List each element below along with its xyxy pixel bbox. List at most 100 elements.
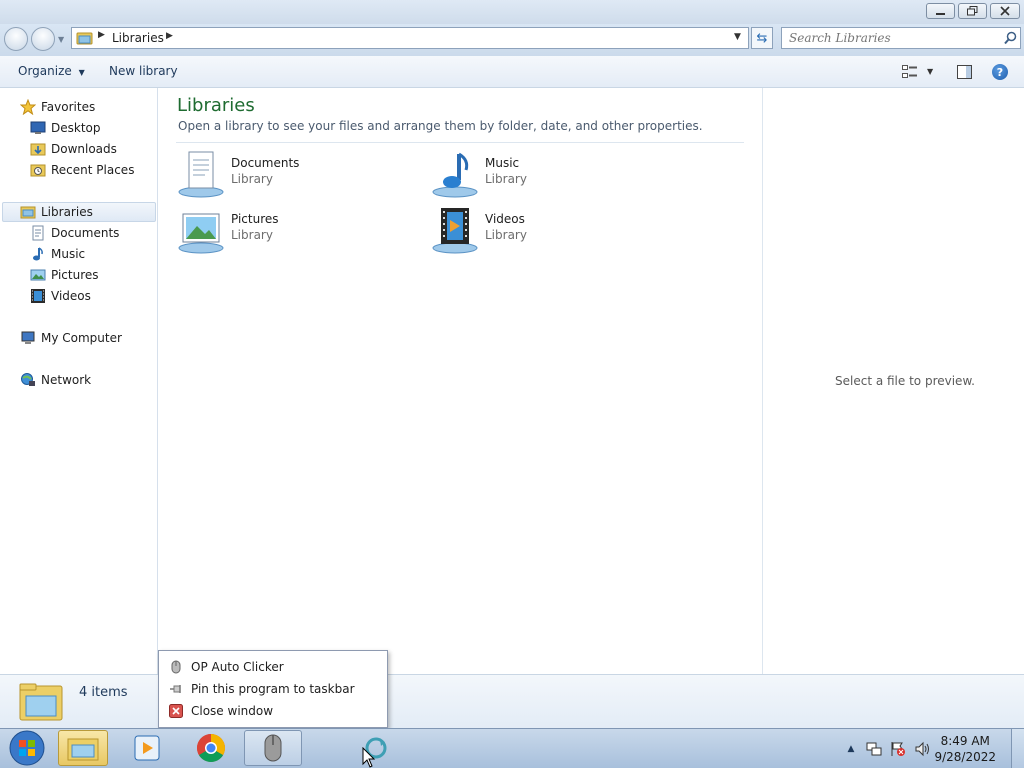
show-desktop-button[interactable] xyxy=(1011,729,1024,768)
documents-icon xyxy=(32,225,44,241)
jumplist-item-op-auto-clicker[interactable]: OP Auto Clicker xyxy=(159,656,387,678)
taskbar-chrome-button[interactable] xyxy=(186,730,236,766)
start-button[interactable] xyxy=(2,730,52,766)
search-icon[interactable] xyxy=(1004,31,1017,45)
jumplist-item-close-window[interactable]: Close window xyxy=(159,700,387,722)
taskbar-jump-list: OP Auto Clicker Pin this program to task… xyxy=(158,650,388,728)
nav-desktop[interactable]: Desktop xyxy=(30,118,101,138)
breadcrumb-arrow-icon[interactable]: ▶ xyxy=(166,31,173,41)
explorer-folder-icon xyxy=(67,738,99,761)
window-titlebar[interactable] xyxy=(0,0,1024,24)
nav-my-computer[interactable]: My Computer xyxy=(20,328,122,348)
nav-documents[interactable]: Documents xyxy=(30,223,119,243)
page-title: Libraries xyxy=(177,95,255,116)
nav-libraries[interactable]: Libraries xyxy=(2,202,156,222)
breadcrumb-libraries[interactable]: Libraries xyxy=(112,31,164,45)
new-library-button[interactable]: New library xyxy=(109,64,178,78)
chevron-up-icon: ▲ xyxy=(847,744,855,754)
address-input[interactable]: ▶ Libraries ▶ ▼ xyxy=(71,27,749,49)
music-icon xyxy=(33,247,43,261)
libraries-folder-icon xyxy=(19,683,63,721)
nav-favorites[interactable]: Favorites xyxy=(20,97,95,117)
close-icon xyxy=(1000,6,1010,16)
music-icon xyxy=(432,152,478,198)
videos-icon xyxy=(432,208,478,254)
search-input[interactable] xyxy=(789,30,999,46)
libraries-folder-icon xyxy=(76,32,93,45)
taskbar-media-player-button[interactable] xyxy=(122,730,172,766)
jumplist-item-pin-to-taskbar[interactable]: Pin this program to taskbar xyxy=(159,678,387,700)
libraries-icon xyxy=(20,206,36,219)
nav-videos[interactable]: Videos xyxy=(30,286,91,306)
network-tray-icon[interactable] xyxy=(866,741,882,757)
volume-tray-icon[interactable] xyxy=(914,741,930,757)
address-dropdown-icon[interactable]: ▼ xyxy=(734,32,741,42)
library-tile-pictures[interactable]: Pictures Library xyxy=(177,206,377,258)
restore-button[interactable] xyxy=(958,3,987,19)
nav-pictures[interactable]: Pictures xyxy=(30,265,99,285)
library-name: Music xyxy=(485,156,520,170)
breadcrumb-arrow-icon[interactable]: ▶ xyxy=(98,30,105,40)
flag-warning-icon xyxy=(891,742,905,756)
organize-button[interactable]: Organize ▼ xyxy=(18,64,85,78)
speaker-icon xyxy=(915,741,929,757)
library-kind: Library xyxy=(231,172,273,186)
network-status-icon xyxy=(866,742,882,756)
library-kind: Library xyxy=(485,172,527,186)
change-view-button[interactable] xyxy=(902,65,918,82)
library-tile-videos[interactable]: Videos Library xyxy=(431,206,631,258)
recent-pages-chevron-icon[interactable]: ▼ xyxy=(58,35,64,44)
nav-my-computer-label: My Computer xyxy=(41,331,122,345)
system-clock[interactable]: 8:49 AM 9/28/2022 xyxy=(934,733,996,765)
preview-pane-button[interactable] xyxy=(957,65,972,82)
chrome-icon xyxy=(197,734,225,762)
library-kind: Library xyxy=(485,228,527,242)
view-options-icon xyxy=(902,65,917,78)
pictures-icon xyxy=(178,213,224,254)
library-tile-documents[interactable]: Documents Library xyxy=(177,150,377,202)
close-window-button[interactable] xyxy=(990,3,1020,19)
divider xyxy=(176,142,744,143)
taskbar-op-auto-clicker-button[interactable] xyxy=(244,730,302,766)
nav-downloads[interactable]: Downloads xyxy=(30,139,117,159)
nav-desktop-label: Desktop xyxy=(51,121,101,135)
documents-icon xyxy=(178,151,224,198)
back-button[interactable] xyxy=(4,27,28,51)
computer-icon xyxy=(21,331,35,344)
preview-pane-icon xyxy=(957,65,972,79)
taskbar: ▲ 8:49 AM 9/28/2022 xyxy=(0,728,1024,768)
search-box[interactable] xyxy=(781,27,1021,49)
pictures-icon xyxy=(30,269,46,281)
refresh-icon: ⇆ xyxy=(756,30,768,46)
mouse-icon xyxy=(264,734,282,762)
nav-recent-places[interactable]: Recent Places xyxy=(30,160,134,180)
action-center-tray-icon[interactable] xyxy=(890,741,906,757)
help-button[interactable]: ? xyxy=(992,64,1008,80)
details-pane: 4 items xyxy=(0,674,1024,728)
nav-network[interactable]: Network xyxy=(20,370,91,390)
nav-libraries-label: Libraries xyxy=(41,205,93,219)
items-count: 4 items xyxy=(79,685,128,700)
windows-start-icon xyxy=(9,730,45,766)
preview-pane: Select a file to preview. xyxy=(762,88,1024,674)
forward-button[interactable] xyxy=(31,27,55,51)
show-hidden-icons-button[interactable]: ▲ xyxy=(843,741,859,757)
navigation-pane: Favorites Desktop Downloads Recent Place… xyxy=(0,88,158,674)
star-icon xyxy=(20,99,36,115)
minimize-button[interactable] xyxy=(926,3,955,19)
nav-music[interactable]: Music xyxy=(30,244,85,264)
view-chevron-down-icon[interactable]: ▼ xyxy=(927,67,933,76)
refresh-button[interactable]: ⇆ xyxy=(751,27,773,49)
nav-pictures-label: Pictures xyxy=(51,268,99,282)
nav-recent-places-label: Recent Places xyxy=(51,163,135,177)
library-name: Pictures xyxy=(231,212,279,226)
command-bar: Organize ▼ New library ▼ ? xyxy=(0,56,1024,88)
pin-icon xyxy=(170,685,181,693)
close-icon xyxy=(169,704,183,718)
taskbar-explorer-button[interactable] xyxy=(58,730,108,766)
clock-date: 9/28/2022 xyxy=(934,750,996,764)
desktop-icon xyxy=(30,121,46,134)
library-tile-music[interactable]: Music Library xyxy=(431,150,631,202)
nav-videos-label: Videos xyxy=(51,289,91,303)
library-kind: Library xyxy=(231,228,273,242)
